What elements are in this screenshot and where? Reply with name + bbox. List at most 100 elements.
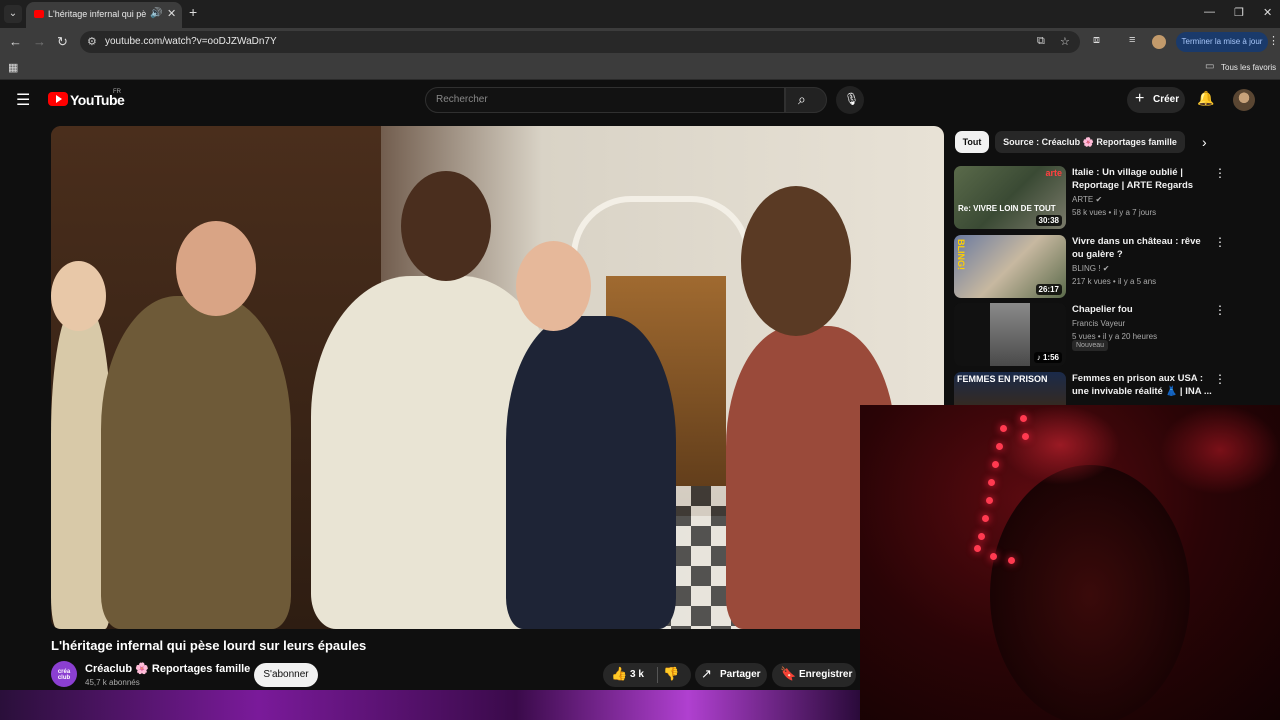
short-icon: ♪ [1036, 353, 1041, 362]
thumb-text: BLING! [956, 239, 966, 270]
youtube-favicon-icon [34, 10, 44, 18]
search-icon: ⌕ [798, 91, 806, 107]
channel-avatar-text: créa club [57, 669, 71, 681]
minimize-icon[interactable]: — [1204, 6, 1215, 18]
reload-icon[interactable]: ↻ [57, 34, 68, 50]
overlay-video [860, 405, 1280, 720]
overlay-light [1008, 557, 1015, 564]
overlay-light [1000, 425, 1007, 432]
rec-stats: 217 k vues • il y a 5 ans [1072, 277, 1157, 286]
chip-all[interactable]: Tout [955, 131, 989, 153]
duration-text: 1:56 [1042, 353, 1059, 362]
voice-search-button[interactable]: 🎙 [836, 86, 864, 114]
channel-avatar[interactable]: créa club [51, 661, 77, 687]
all-favorites-link[interactable]: Tous les favoris [1221, 63, 1276, 72]
youtube-logo-icon[interactable] [48, 92, 68, 106]
chevron-right-icon[interactable]: › [1202, 134, 1207, 150]
forward-icon[interactable]: → [33, 34, 46, 49]
more-options-icon[interactable]: ⋮ [1214, 372, 1226, 386]
overlay-light [990, 553, 997, 560]
browser-tab[interactable]: L'héritage infernal qui pèse 🔊 ✕ [26, 2, 182, 28]
rec-channel-name: ARTE [1072, 195, 1094, 204]
video-duration: ♪ 1:56 [1033, 352, 1062, 363]
plus-icon: + [1135, 90, 1145, 107]
profile-avatar[interactable] [1152, 35, 1166, 49]
overlay-light [996, 443, 1003, 450]
overlay-figure [990, 465, 1190, 720]
rec-title[interactable]: Vivre dans un château : rêve ou galère ? [1072, 235, 1212, 261]
video-scene-head [741, 186, 851, 336]
video-thumbnail[interactable]: arte Re: VIVRE LOIN DE TOUT 30:38 [954, 166, 1066, 229]
bookmark-star-icon[interactable]: ☆ [1060, 35, 1070, 48]
chip-source[interactable]: Source : Créaclub 🌸 Reportages famille [995, 131, 1185, 153]
divider [657, 667, 658, 683]
close-window-icon[interactable]: ✕ [1263, 6, 1272, 19]
thumb-image [990, 303, 1030, 366]
rec-channel-name: BLING ! [1072, 264, 1101, 273]
search-button[interactable]: ⌕ [785, 87, 827, 113]
site-info-icon[interactable]: ⚙ [87, 35, 97, 48]
new-tab-icon[interactable]: + [189, 4, 197, 20]
more-options-icon[interactable]: ⋮ [1214, 303, 1226, 317]
overlay-light [982, 515, 989, 522]
browser-menu-icon[interactable]: ⋮ [1268, 34, 1279, 47]
more-options-icon[interactable]: ⋮ [1214, 235, 1226, 249]
share-button[interactable]: ↗ Partager [695, 663, 767, 687]
list-item[interactable]: arte Re: VIVRE LOIN DE TOUT 30:38 Italie… [954, 166, 1274, 230]
tab-close-icon[interactable]: ✕ [167, 7, 176, 20]
thumbs-down-icon[interactable]: 👎 [663, 666, 679, 682]
overlay-light [992, 461, 999, 468]
subscribe-button[interactable]: S'abonner [254, 663, 318, 687]
maximize-icon[interactable]: ❐ [1234, 6, 1244, 19]
overlay-light [1022, 433, 1029, 440]
address-bar[interactable]: ⚙ youtube.com/watch?v=ooDJZWaDn7Y ⧉ ☆ [80, 31, 1080, 53]
verified-icon: ✔ [1095, 195, 1103, 204]
video-scene-arch [571, 196, 751, 256]
rec-channel[interactable]: ARTE ✔ [1072, 195, 1102, 204]
channel-name-link[interactable]: Créaclub 🌸 Reportages famille [85, 662, 250, 675]
rec-title[interactable]: Italie : Un village oublié | Reportage |… [1072, 166, 1212, 192]
video-duration: 26:17 [1035, 284, 1062, 295]
rec-channel[interactable]: BLING ! ✔ [1072, 264, 1109, 273]
browser-toolbar: ← → ↻ ⚙ youtube.com/watch?v=ooDJZWaDn7Y … [0, 28, 1280, 56]
video-player[interactable] [51, 126, 944, 629]
media-control-icon[interactable]: ≡ [1129, 34, 1135, 46]
list-item[interactable]: ♪ 1:56 Chapelier fou Francis Vayeur 5 vu… [954, 303, 1274, 367]
thumbs-up-icon[interactable]: 👍 [611, 666, 627, 682]
overlay-light [974, 545, 981, 552]
account-avatar[interactable] [1233, 89, 1255, 111]
update-button[interactable]: Terminer la mise à jour [1176, 32, 1268, 52]
share-icon: ↗ [701, 666, 712, 681]
search-placeholder: Rechercher [436, 94, 488, 105]
video-scene-head [516, 241, 591, 331]
overlay-glow [1000, 405, 1120, 485]
tab-search-icon[interactable]: ⌄ [4, 5, 22, 23]
rec-stats: 58 k vues • il y a 7 jours [1072, 208, 1157, 217]
rec-channel[interactable]: Francis Vayeur [1072, 319, 1125, 328]
extensions-icon[interactable]: ⧈ [1093, 34, 1100, 47]
video-thumbnail[interactable]: ♪ 1:56 [954, 303, 1066, 366]
subscriber-count: 45,7 k abonnés [85, 678, 140, 687]
hamburger-menu-icon[interactable]: ☰ [16, 90, 30, 110]
rec-title[interactable]: Femmes en prison aux USA : une invivable… [1072, 372, 1212, 398]
save-button[interactable]: 🔖 Enregistrer [772, 663, 856, 687]
like-count[interactable]: 3 k [630, 669, 644, 680]
thumb-text: Re: VIVRE LOIN DE TOUT [958, 204, 1056, 213]
list-item[interactable]: BLING! 26:17 Vivre dans un château : rêv… [954, 235, 1274, 299]
youtube-header: ☰ YouTube FR Rechercher ⌕ 🎙 + Créer 🔔 [0, 81, 1280, 119]
apps-grid-icon[interactable]: ▦ [8, 61, 18, 74]
url-text[interactable]: youtube.com/watch?v=ooDJZWaDn7Y [105, 36, 277, 47]
notifications-bell-icon[interactable]: 🔔 [1197, 90, 1214, 107]
search-input[interactable]: Rechercher [425, 87, 785, 113]
cast-icon[interactable]: ⧉ [1037, 35, 1045, 48]
video-duration: 30:38 [1035, 215, 1062, 226]
like-dislike-group: 👍 3 k 👎 [603, 663, 691, 687]
create-button[interactable]: + Créer [1127, 87, 1185, 113]
back-icon[interactable]: ← [9, 34, 22, 49]
video-thumbnail[interactable]: BLING! 26:17 [954, 235, 1066, 298]
rec-title[interactable]: Chapelier fou [1072, 303, 1212, 316]
audio-playing-icon[interactable]: 🔊 [150, 8, 162, 19]
thumb-text: FEMMES EN PRISON [957, 374, 1048, 384]
bookmarks-bar: ▦ ▭ Tous les favoris [0, 56, 1280, 80]
more-options-icon[interactable]: ⋮ [1214, 166, 1226, 180]
